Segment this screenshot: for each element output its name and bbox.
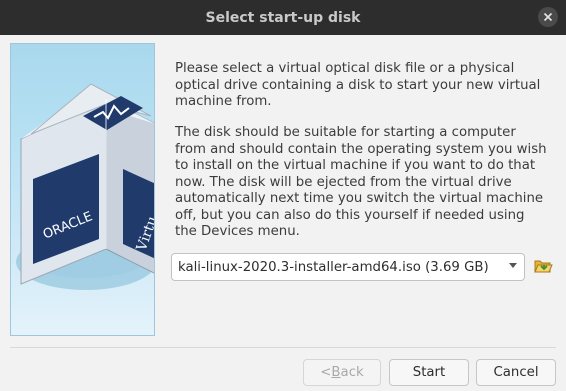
- cancel-button-label: Cancel: [493, 365, 539, 380]
- back-button-prefix: <: [320, 365, 332, 380]
- virtualbox-logo: ORACLE Virtu: [16, 83, 154, 290]
- close-icon: [543, 12, 553, 22]
- chevron-down-icon: [509, 263, 517, 268]
- virtualbox-logo-panel: ORACLE Virtu: [10, 43, 155, 336]
- start-button[interactable]: Start: [389, 359, 469, 386]
- start-button-label: Start: [412, 365, 446, 380]
- choose-disk-file-button[interactable]: [533, 256, 553, 276]
- back-button[interactable]: < Back: [303, 359, 381, 386]
- back-button-mnemonic: B: [331, 365, 341, 380]
- dialog-body: ORACLE Virtu Please select a virtual opt…: [0, 35, 566, 391]
- cancel-button[interactable]: Cancel: [476, 359, 556, 386]
- back-button-rest: ack: [340, 365, 364, 380]
- disk-select-combobox[interactable]: kali-linux-2020.3-installer-amd64.iso (3…: [171, 253, 525, 281]
- window-title: Select start-up disk: [205, 9, 361, 26]
- details-paragraph: The disk should be suitable for starting…: [175, 125, 547, 239]
- close-button[interactable]: [538, 7, 558, 27]
- disk-select-value: kali-linux-2020.3-installer-amd64.iso (3…: [178, 259, 489, 275]
- title-bar: Select start-up disk: [0, 0, 566, 35]
- folder-open-icon: [534, 260, 553, 273]
- intro-paragraph: Please select a virtual optical disk fil…: [175, 61, 541, 109]
- button-separator: [10, 347, 556, 348]
